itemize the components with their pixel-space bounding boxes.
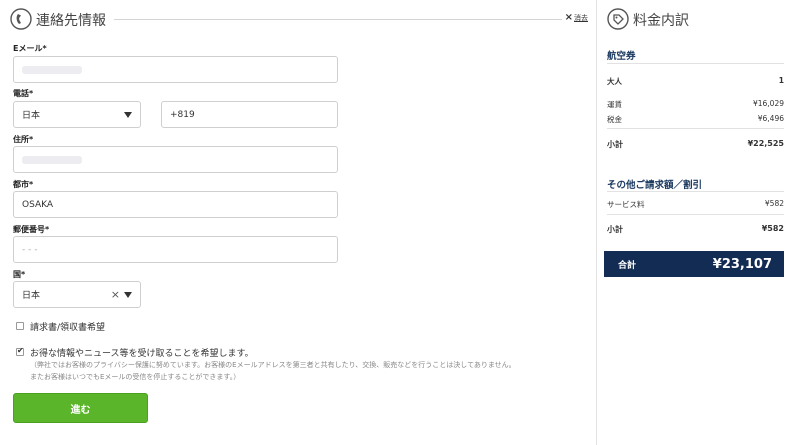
fare-row: 運賃 ¥16,029 bbox=[607, 99, 784, 110]
proceed-button[interactable]: 進む bbox=[13, 393, 148, 423]
invoice-checkbox[interactable] bbox=[16, 322, 24, 330]
phone-icon bbox=[10, 8, 32, 30]
summary-title: 料金内訳 bbox=[633, 13, 689, 29]
email-field[interactable] bbox=[13, 56, 338, 83]
total-bar: 合計 ¥23,107 bbox=[604, 251, 784, 277]
other-subtotal-value: ¥582 bbox=[761, 224, 784, 233]
chevron-down-icon bbox=[124, 112, 132, 118]
address-field[interactable] bbox=[13, 146, 338, 173]
phone-label: 電話* bbox=[13, 89, 34, 98]
clear-label: 消去 bbox=[574, 14, 588, 22]
city-label: 都市* bbox=[13, 180, 34, 189]
contact-section: 連絡先情報 × 消去 Eメール* 電話* 日本 +819 住所* 都市* OSA… bbox=[0, 0, 596, 445]
total-label: 合計 bbox=[618, 260, 637, 271]
contact-header: 連絡先情報 × 消去 bbox=[10, 8, 588, 30]
clear-icon[interactable]: × bbox=[111, 288, 120, 301]
price-tag-icon bbox=[607, 8, 629, 30]
zip-field[interactable]: - - - bbox=[13, 236, 338, 263]
other-subtotal-label: 小計 bbox=[607, 225, 623, 234]
zip-placeholder: - - - bbox=[22, 244, 38, 255]
country-label: 国* bbox=[13, 270, 26, 279]
header-rule bbox=[114, 19, 562, 20]
price-summary-panel: 料金内訳 航空券 大人 1 運賃 ¥16,029 税金 ¥6,496 小計 ¥2… bbox=[597, 0, 800, 445]
adults-value: 1 bbox=[778, 76, 784, 85]
city-field[interactable]: OSAKA bbox=[13, 191, 338, 218]
service-fee-value: ¥582 bbox=[764, 199, 784, 208]
total-value: ¥23,107 bbox=[712, 256, 772, 272]
subtotal-rule bbox=[607, 128, 784, 129]
phone-number-field[interactable]: +819 bbox=[161, 101, 338, 128]
adults-row: 大人 1 bbox=[607, 76, 784, 87]
fare-label: 運賃 bbox=[607, 100, 622, 109]
other-charges-heading: その他ご請求額／割引 bbox=[607, 180, 703, 191]
airfare-subtotal-label: 小計 bbox=[607, 140, 623, 149]
tax-label: 税金 bbox=[607, 115, 622, 124]
airfare-rule bbox=[607, 63, 784, 64]
country-value: 日本 bbox=[22, 291, 41, 301]
address-label: 住所* bbox=[13, 135, 34, 144]
service-fee-row: サービス料 ¥582 bbox=[607, 199, 784, 210]
phone-number-value: +819 bbox=[170, 109, 195, 120]
airfare-subtotal-value: ¥22,525 bbox=[747, 139, 784, 148]
phone-country-select[interactable]: 日本 bbox=[13, 101, 141, 128]
clear-button[interactable]: × 消去 bbox=[565, 13, 588, 23]
fare-value: ¥16,029 bbox=[752, 99, 784, 108]
privacy-note-2: またお客様はいつでもEメールの受信を停止することができます。） bbox=[30, 373, 241, 381]
phone-country-value: 日本 bbox=[22, 111, 41, 121]
tax-value: ¥6,496 bbox=[757, 114, 784, 123]
close-icon: × bbox=[564, 12, 573, 23]
other-subtotal-rule bbox=[607, 214, 784, 215]
airfare-subtotal-row: 小計 ¥22,525 bbox=[607, 139, 784, 150]
tax-row: 税金 ¥6,496 bbox=[607, 114, 784, 125]
invoice-label: 請求書/領収書希望 bbox=[30, 323, 106, 333]
email-label: Eメール* bbox=[13, 44, 47, 53]
service-fee-label: サービス料 bbox=[607, 200, 645, 209]
city-value: OSAKA bbox=[22, 199, 54, 210]
zip-label: 郵便番号* bbox=[13, 225, 50, 234]
contact-title: 連絡先情報 bbox=[36, 13, 106, 29]
news-label: お得な情報やニュース等を受け取ることを希望します。 bbox=[30, 349, 254, 359]
news-checkbox[interactable] bbox=[16, 346, 24, 356]
airfare-heading: 航空券 bbox=[607, 51, 636, 62]
other-subtotal-row: 小計 ¥582 bbox=[607, 224, 784, 235]
chevron-down-icon bbox=[124, 292, 132, 298]
other-rule bbox=[607, 191, 784, 192]
adults-label: 大人 bbox=[607, 77, 622, 86]
country-select[interactable]: 日本 × bbox=[13, 281, 141, 308]
privacy-note-1: （弊社ではお客様のプライバシー保護に努めています。お客様のEメールアドレスを第三… bbox=[30, 361, 516, 369]
